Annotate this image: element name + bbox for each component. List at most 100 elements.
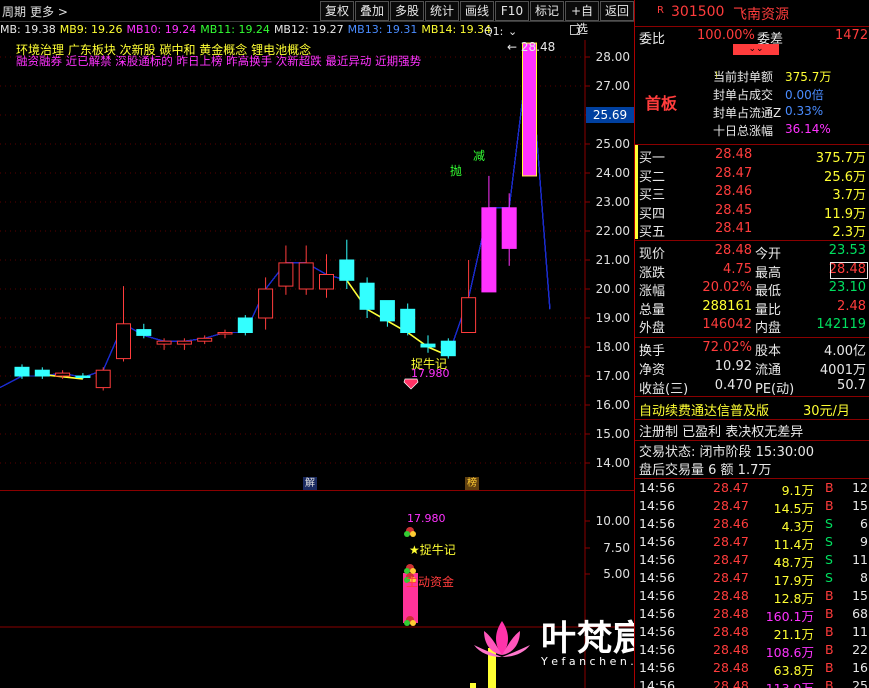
tick-row[interactable]: 14:56 28.48 113.9万 B 25 <box>635 678 869 688</box>
stats-value: 0.470 <box>714 378 752 393</box>
divider <box>635 240 869 241</box>
tick-direction: S <box>825 552 833 567</box>
multi-stock-button[interactable]: 多股 <box>390 1 424 21</box>
expand-toggle[interactable]: ⌄⌄ <box>733 44 779 55</box>
price-tick-label: 24.00 <box>595 166 630 180</box>
chevron-down-icon[interactable]: ⌄ <box>508 25 517 38</box>
tick-price: 28.48 <box>713 678 749 688</box>
price-tick-label: 18.00 <box>595 340 630 354</box>
statistics-button[interactable]: 统计 <box>425 1 459 21</box>
add-watchlist-button[interactable]: +自选 <box>565 1 599 36</box>
tick-row[interactable]: 14:56 28.47 11.4万 S 9 <box>635 534 869 552</box>
candle[interactable] <box>319 254 334 298</box>
ma-legend-item: MB9: 19.26 <box>59 23 123 36</box>
price-tick-label: 22.00 <box>595 224 630 238</box>
quote-value: 28.48 <box>714 243 752 258</box>
quote-value: 20.02% <box>702 280 752 295</box>
candle[interactable] <box>34 367 50 379</box>
price-tick-label: 20.00 <box>595 282 630 296</box>
buy-level-row[interactable]: 买一 28.48 375.7万 <box>635 147 869 166</box>
tick-row[interactable]: 14:56 28.47 17.9万 S 8 <box>635 570 869 588</box>
tick-count: 6 <box>860 516 868 531</box>
candle[interactable] <box>522 42 537 177</box>
price-tick-label: 14.00 <box>595 456 630 470</box>
stats-label: 流通 <box>755 363 782 378</box>
candle[interactable] <box>14 364 30 379</box>
candle[interactable] <box>116 286 131 362</box>
stats-value: 4.00亿 <box>824 344 866 359</box>
tick-volume: 11.4万 <box>773 537 814 552</box>
tick-direction: B <box>825 606 834 621</box>
buy-level-row[interactable]: 买二 28.47 25.6万 <box>635 166 869 185</box>
stats-row: 换手 72.02% 股本 4.00亿 <box>635 340 869 359</box>
more-menu[interactable]: 更多 > <box>30 3 68 20</box>
tick-count: 9 <box>860 534 868 549</box>
candle[interactable] <box>136 323 152 339</box>
tick-row[interactable]: 14:56 28.48 21.1万 B 11 <box>635 624 869 642</box>
buy-level-price: 28.48 <box>715 147 753 162</box>
tick-count: 68 <box>852 606 868 621</box>
quote-label: 内盘 <box>755 321 782 336</box>
candle[interactable] <box>461 260 477 334</box>
tick-row[interactable]: 14:56 28.46 4.3万 S 6 <box>635 516 869 534</box>
tick-direction: S <box>825 534 833 549</box>
weidiff-value: 1472 <box>835 28 869 43</box>
ma-ribbon-line <box>0 43 551 389</box>
indicator-chart[interactable] <box>0 491 634 688</box>
ad-price[interactable]: 30元/月 <box>803 400 850 419</box>
f10-button[interactable]: F10 <box>495 1 529 21</box>
candlestick-chart[interactable] <box>0 40 634 490</box>
stats-label: 净资 <box>639 363 666 378</box>
candle[interactable] <box>481 175 497 293</box>
candle[interactable] <box>237 315 253 336</box>
ad-row[interactable]: 自动续费通达信普及版 30元/月 <box>635 400 869 419</box>
list-marker[interactable]: 榜 <box>465 477 479 490</box>
ma-ribbon-line <box>0 43 551 389</box>
draw-line-button[interactable]: 画线 <box>460 1 494 21</box>
tick-row[interactable]: 14:56 28.47 14.5万 B 15 <box>635 498 869 516</box>
candle[interactable] <box>217 329 233 339</box>
ma-legend-item: MB11: 19.24 <box>200 23 270 36</box>
buy-level-row[interactable]: 买三 28.46 3.7万 <box>635 184 869 203</box>
ma-legend-item: MB: 19.38 <box>0 23 56 36</box>
tick-row[interactable]: 14:56 28.47 48.7万 S 11 <box>635 552 869 570</box>
candle[interactable] <box>420 335 436 353</box>
settings-box-icon[interactable] <box>570 25 580 35</box>
buy-level-volume: 3.7万 <box>832 188 866 203</box>
fuquan-button[interactable]: 复权 <box>320 1 354 21</box>
back-button[interactable]: 返回 <box>600 1 634 21</box>
buy-level-volume: 375.7万 <box>815 151 866 166</box>
candle[interactable] <box>278 245 294 295</box>
quote-value: 23.10 <box>828 280 866 295</box>
seal-info-row: 封单占成交 0.00倍 <box>635 86 869 104</box>
tick-row[interactable]: 14:56 28.48 108.6万 B 22 <box>635 642 869 660</box>
tick-row[interactable]: 14:56 28.48 160.1万 B 68 <box>635 606 869 624</box>
candle[interactable] <box>501 193 517 266</box>
ad-text[interactable]: 自动续费通达信普及版 <box>639 400 769 419</box>
candle[interactable] <box>258 277 274 330</box>
buy-level-row[interactable]: 买四 28.45 11.9万 <box>635 203 869 222</box>
tick-row[interactable]: 14:56 28.48 63.8万 B 16 <box>635 660 869 678</box>
trade-status: 交易状态: 闭市阶段 15:30:00 <box>639 445 815 460</box>
buy-level-row[interactable]: 买五 28.41 2.3万 <box>635 221 869 240</box>
period-label[interactable]: 周期 <box>2 3 26 20</box>
candle[interactable] <box>400 303 416 336</box>
tick-row[interactable]: 14:56 28.48 12.8万 B 15 <box>635 588 869 606</box>
tick-row[interactable]: 14:56 28.47 9.1万 B 12 <box>635 480 869 498</box>
tick-time: 14:56 <box>639 552 676 567</box>
seal-info-value: 375.7万 <box>785 70 832 84</box>
candle[interactable] <box>298 245 314 295</box>
ma-ribbon-line <box>0 43 551 389</box>
high-price-label: ← 28.48 <box>507 40 556 54</box>
mark-button[interactable]: 标记 <box>530 1 564 21</box>
overlay-button[interactable]: 叠加 <box>355 1 389 21</box>
candle[interactable] <box>339 239 355 289</box>
unlock-marker[interactable]: 解 <box>303 477 317 490</box>
tick-volume: 48.7万 <box>773 555 814 570</box>
buy-level-volume: 11.9万 <box>824 206 866 222</box>
price-tick-label: 27.00 <box>595 79 630 93</box>
tick-time: 14:56 <box>639 498 676 513</box>
seal-info-row: 封单占流通Z 0.33% <box>635 104 869 122</box>
price-tick-label: 17.00 <box>595 369 630 383</box>
candle[interactable] <box>95 367 111 391</box>
